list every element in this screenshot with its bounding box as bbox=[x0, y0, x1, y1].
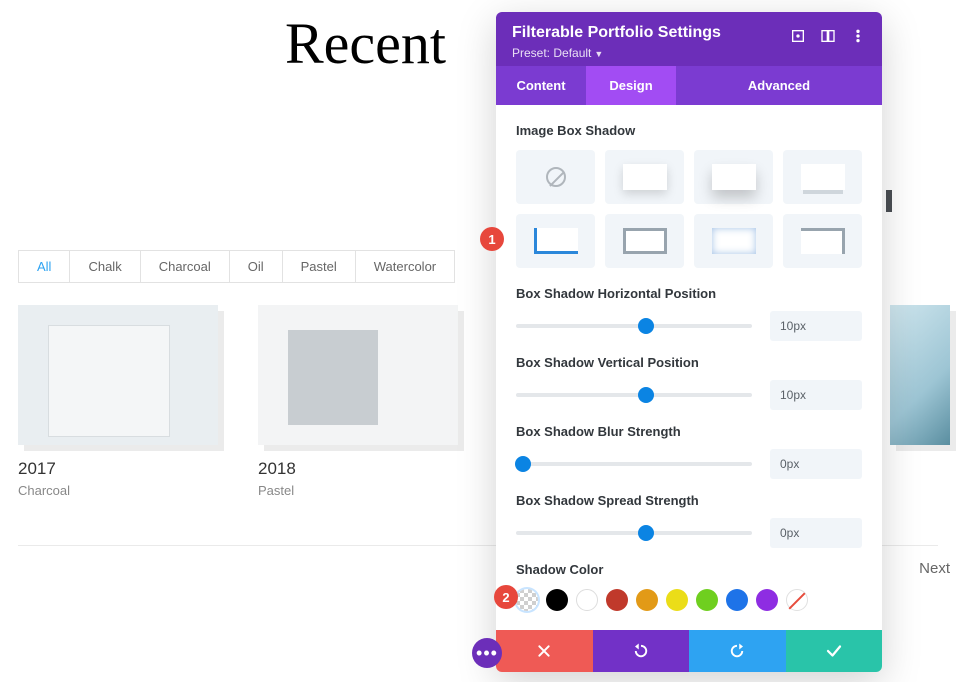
undo-button[interactable] bbox=[593, 630, 690, 672]
panel-body: Image Box Shadow Box Shadow Horizontal P… bbox=[496, 105, 882, 630]
swatch-yellow[interactable] bbox=[666, 589, 688, 611]
portfolio-card[interactable]: 2017 Charcoal bbox=[18, 305, 218, 498]
slider-thumb[interactable] bbox=[638, 318, 654, 334]
filter-charcoal[interactable]: Charcoal bbox=[141, 251, 230, 282]
swatch-blue[interactable] bbox=[726, 589, 748, 611]
shadow-option[interactable] bbox=[605, 214, 684, 268]
none-icon bbox=[546, 167, 566, 187]
shadow-preview bbox=[801, 164, 845, 190]
filter-chalk[interactable]: Chalk bbox=[70, 251, 140, 282]
edge-handle[interactable] bbox=[886, 190, 892, 212]
columns-icon[interactable] bbox=[820, 28, 836, 44]
spread-strength-label: Box Shadow Spread Strength bbox=[516, 493, 862, 508]
portfolio-thumbnail bbox=[890, 305, 950, 445]
portfolio-year: 2017 bbox=[18, 459, 218, 479]
swatch-red[interactable] bbox=[606, 589, 628, 611]
blur-strength-slider[interactable] bbox=[516, 462, 752, 466]
spread-strength-slider[interactable] bbox=[516, 531, 752, 535]
swatch-purple[interactable] bbox=[756, 589, 778, 611]
swatch-orange[interactable] bbox=[636, 589, 658, 611]
portfolio-category: Charcoal bbox=[18, 483, 218, 498]
kebab-menu-icon[interactable] bbox=[850, 28, 866, 44]
slider-thumb[interactable] bbox=[638, 525, 654, 541]
shadow-option[interactable] bbox=[783, 214, 862, 268]
check-icon bbox=[825, 642, 843, 660]
panel-title: Filterable Portfolio Settings bbox=[512, 24, 790, 42]
cancel-button[interactable] bbox=[496, 630, 593, 672]
slider-thumb[interactable] bbox=[515, 456, 531, 472]
spread-strength-value[interactable]: 0px bbox=[770, 518, 862, 548]
shadow-none-option[interactable] bbox=[516, 150, 595, 204]
pagination-next[interactable]: Next bbox=[919, 560, 950, 577]
shadow-option[interactable] bbox=[694, 150, 773, 204]
preset-label: Preset: Default bbox=[512, 46, 591, 60]
portfolio-card[interactable]: 2018 Pastel bbox=[258, 305, 458, 498]
filter-all[interactable]: All bbox=[19, 251, 70, 282]
portfolio-year: 2018 bbox=[258, 459, 458, 479]
color-swatches bbox=[516, 589, 862, 611]
portfolio-category: Pastel bbox=[258, 483, 458, 498]
redo-button[interactable] bbox=[689, 630, 786, 672]
blur-strength-label: Box Shadow Blur Strength bbox=[516, 424, 862, 439]
shadow-preview bbox=[623, 164, 667, 190]
swatch-white[interactable] bbox=[576, 589, 598, 611]
slider-thumb[interactable] bbox=[638, 387, 654, 403]
filter-oil[interactable]: Oil bbox=[230, 251, 283, 282]
panel-footer bbox=[496, 630, 882, 672]
page-title: Recent bbox=[285, 10, 446, 77]
horizontal-position-value[interactable]: 10px bbox=[770, 311, 862, 341]
annotation-step-2: 2 bbox=[494, 585, 518, 609]
swatch-green[interactable] bbox=[696, 589, 718, 611]
shadow-preview bbox=[801, 228, 845, 254]
shadow-preset-grid bbox=[516, 150, 862, 268]
filter-pastel[interactable]: Pastel bbox=[283, 251, 356, 282]
vertical-position-value[interactable]: 10px bbox=[770, 380, 862, 410]
more-options-button[interactable]: ••• bbox=[472, 638, 502, 668]
image-box-shadow-label: Image Box Shadow bbox=[516, 123, 862, 138]
shadow-color-label: Shadow Color bbox=[516, 562, 862, 577]
shadow-preview bbox=[712, 228, 756, 254]
filter-watercolor[interactable]: Watercolor bbox=[356, 251, 454, 282]
swatch-black[interactable] bbox=[546, 589, 568, 611]
shadow-preview bbox=[712, 164, 756, 190]
shadow-option[interactable] bbox=[694, 214, 773, 268]
close-icon bbox=[536, 643, 552, 659]
settings-panel: Filterable Portfolio Settings Preset: De… bbox=[496, 12, 882, 672]
chevron-down-icon: ▼ bbox=[594, 49, 603, 59]
swatch-nocolor[interactable] bbox=[786, 589, 808, 611]
tab-design[interactable]: Design bbox=[586, 66, 676, 105]
vertical-position-label: Box Shadow Vertical Position bbox=[516, 355, 862, 370]
swatch-transparent[interactable] bbox=[516, 589, 538, 611]
blur-strength-value[interactable]: 0px bbox=[770, 449, 862, 479]
portfolio-thumbnail bbox=[18, 305, 218, 445]
shadow-option[interactable] bbox=[783, 150, 862, 204]
dots-icon: ••• bbox=[476, 643, 498, 664]
tab-content[interactable]: Content bbox=[496, 66, 586, 105]
shadow-option[interactable] bbox=[516, 214, 595, 268]
annotation-step-1: 1 bbox=[480, 227, 504, 251]
gallery: 2017 Charcoal 2018 Pastel bbox=[18, 305, 458, 498]
expand-icon[interactable] bbox=[790, 28, 806, 44]
filter-bar: All Chalk Charcoal Oil Pastel Watercolor bbox=[18, 250, 455, 283]
shadow-preview bbox=[623, 228, 667, 254]
redo-icon bbox=[728, 642, 746, 660]
horizontal-position-label: Box Shadow Horizontal Position bbox=[516, 286, 862, 301]
panel-header: Filterable Portfolio Settings Preset: De… bbox=[496, 12, 882, 66]
vertical-position-slider[interactable] bbox=[516, 393, 752, 397]
undo-icon bbox=[632, 642, 650, 660]
tab-bar: Content Design Advanced bbox=[496, 66, 882, 105]
save-button[interactable] bbox=[786, 630, 883, 672]
portfolio-thumbnail bbox=[258, 305, 458, 445]
horizontal-position-slider[interactable] bbox=[516, 324, 752, 328]
shadow-option[interactable] bbox=[605, 150, 684, 204]
preset-selector[interactable]: Preset: Default▼ bbox=[512, 46, 790, 60]
shadow-preview bbox=[534, 228, 578, 254]
tab-advanced[interactable]: Advanced bbox=[676, 66, 882, 105]
